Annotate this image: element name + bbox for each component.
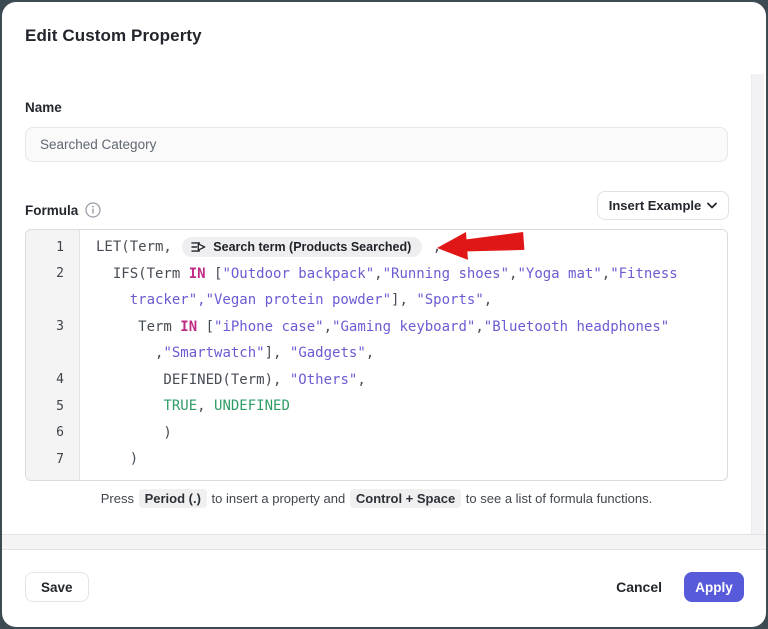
formula-hint: Press Period (.) to insert a property an…	[25, 491, 728, 506]
code-segment: UNDEFINED	[214, 398, 290, 414]
code-line: 2 IFS(Term IN ["Outdoor backpack","Runni…	[26, 261, 727, 288]
formula-label: Formula	[25, 203, 78, 218]
code-segment: ,	[96, 345, 163, 361]
code-segment: ,	[324, 319, 332, 335]
code-segment: [	[197, 319, 214, 335]
code-text: ,"Smartwatch"], "Gadgets",	[80, 345, 727, 361]
edit-custom-property-dialog: Edit Custom Property Name Formula Insert…	[2, 2, 766, 627]
code-segment: ,	[374, 266, 382, 282]
code-segment	[96, 398, 163, 414]
code-segment: Term	[96, 319, 180, 335]
dialog-title: Edit Custom Property	[25, 26, 202, 46]
code-segment: "iPhone case"	[214, 319, 324, 335]
code-text: TRUE, UNDEFINED	[80, 398, 727, 414]
code-segment: TRUE	[163, 398, 197, 414]
line-number: 6	[26, 420, 80, 447]
code-segment: "Others"	[290, 372, 357, 388]
code-segment: ,	[475, 319, 483, 335]
code-line: 6 )	[26, 420, 727, 447]
code-segment: IN	[189, 266, 206, 282]
code-segment: [	[206, 266, 223, 282]
line-number: 4	[26, 367, 80, 394]
code-segment: ,	[197, 398, 214, 414]
code-segment: "Gaming keyboard"	[332, 319, 475, 335]
code-text: Term IN ["iPhone case","Gaming keyboard"…	[80, 319, 727, 335]
modal-overlay: Edit Custom Property Name Formula Insert…	[0, 0, 768, 629]
save-button[interactable]: Save	[25, 572, 89, 602]
insert-example-button[interactable]: Insert Example	[597, 191, 729, 220]
code-line: tracker","Vegan protein powder"], "Sport…	[26, 287, 727, 314]
cancel-button[interactable]: Cancel	[612, 572, 666, 602]
code-segment: LET(Term,	[96, 239, 180, 255]
code-segment: ],	[265, 345, 290, 361]
code-segment	[96, 292, 130, 308]
line-number	[26, 287, 80, 314]
line-number	[26, 340, 80, 367]
code-segment: )	[96, 425, 172, 441]
code-text: DEFINED(Term), "Others",	[80, 372, 727, 388]
code-segment: "Running shoes"	[383, 266, 509, 282]
vertical-scrollbar[interactable]	[751, 74, 764, 534]
code-line: 1LET(Term, Search term (Products Searche…	[26, 234, 727, 261]
code-segment: ,	[484, 292, 492, 308]
code-segment: ,	[509, 266, 517, 282]
keyboard-shortcut-chip: Control + Space	[350, 489, 461, 508]
line-number: 2	[26, 261, 80, 288]
insert-example-label: Insert Example	[609, 198, 702, 213]
name-input[interactable]	[25, 127, 728, 162]
code-segment: )	[96, 451, 138, 467]
formula-code-lines: 1LET(Term, Search term (Products Searche…	[26, 230, 727, 480]
line-number: 7	[26, 446, 80, 473]
horizontal-scrollbar[interactable]	[2, 534, 766, 550]
keyboard-shortcut-chip: Period (.)	[139, 489, 207, 508]
code-line: 4 DEFINED(Term), "Others",	[26, 367, 727, 394]
hint-text: to insert a property and	[208, 491, 349, 506]
code-segment: ,	[366, 345, 374, 361]
code-line: 7 )	[26, 446, 727, 473]
code-segment: ,	[602, 266, 610, 282]
code-segment: tracker","Vegan protein powder"	[130, 292, 391, 308]
formula-label-row: Formula	[25, 202, 101, 218]
hint-text: Press	[101, 491, 138, 506]
hint-text: to see a list of formula functions.	[462, 491, 652, 506]
code-text: )	[80, 451, 727, 467]
code-text: tracker","Vegan protein powder"], "Sport…	[80, 292, 727, 308]
line-number: 1	[26, 234, 80, 261]
property-token[interactable]: Search term (Products Searched)	[182, 237, 422, 257]
line-number: 3	[26, 314, 80, 341]
code-segment: "Outdoor backpack"	[222, 266, 374, 282]
code-segment: "Smartwatch"	[163, 345, 264, 361]
formula-editor[interactable]: 1LET(Term, Search term (Products Searche…	[25, 229, 728, 481]
code-segment: ,	[424, 239, 441, 255]
code-segment: IFS(Term	[96, 266, 189, 282]
code-line: ,"Smartwatch"], "Gadgets",	[26, 340, 727, 367]
property-list-cursor-icon	[191, 240, 206, 254]
info-circle-icon[interactable]	[85, 202, 101, 218]
name-label: Name	[25, 100, 62, 115]
code-line: 3 Term IN ["iPhone case","Gaming keyboar…	[26, 314, 727, 341]
code-text: IFS(Term IN ["Outdoor backpack","Running…	[80, 266, 727, 282]
property-token-label: Search term (Products Searched)	[213, 240, 411, 254]
code-segment: ,	[357, 372, 365, 388]
code-segment: "Gadgets"	[290, 345, 366, 361]
code-segment: "Sports"	[416, 292, 483, 308]
code-line: 5 TRUE, UNDEFINED	[26, 393, 727, 420]
apply-button[interactable]: Apply	[684, 572, 744, 602]
code-text: LET(Term, Search term (Products Searched…	[80, 237, 727, 257]
code-segment: "Fitness	[610, 266, 677, 282]
code-segment: DEFINED(Term),	[96, 372, 290, 388]
line-number: 5	[26, 393, 80, 420]
code-text: )	[80, 425, 727, 441]
code-segment: "Yoga mat"	[517, 266, 601, 282]
code-segment: "Bluetooth headphones"	[484, 319, 669, 335]
chevron-down-icon	[707, 202, 717, 209]
code-segment: ],	[391, 292, 416, 308]
code-segment: IN	[180, 319, 197, 335]
